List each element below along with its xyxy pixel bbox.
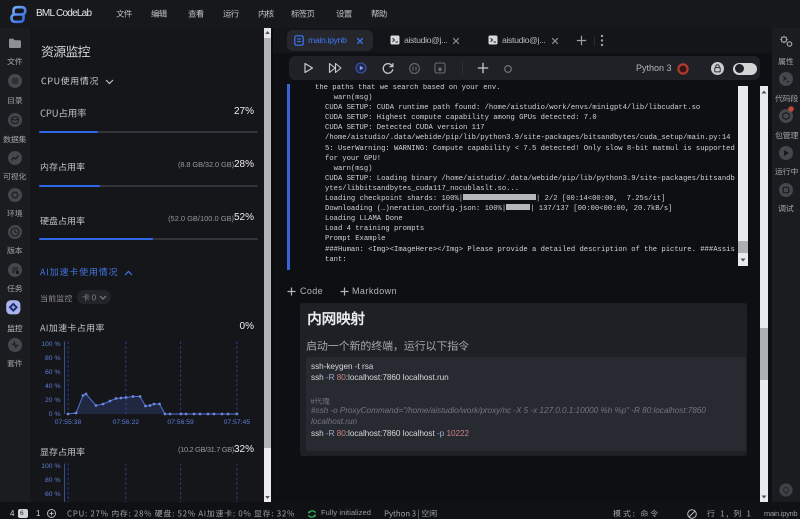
svg-text:100 %: 100 %: [41, 341, 60, 348]
svg-text:100 %: 100 %: [41, 463, 60, 470]
svg-text:07:55:38: 07:55:38: [55, 419, 82, 426]
svg-text:07:57:45: 07:57:45: [224, 419, 251, 426]
svg-text:0 %: 0 %: [49, 411, 61, 418]
svg-text:40 %: 40 %: [45, 383, 61, 390]
svg-text:80 %: 80 %: [45, 477, 61, 484]
svg-text:07:56:22: 07:56:22: [113, 419, 140, 426]
svg-text:Q: Q: [783, 486, 789, 495]
svg-text:20 %: 20 %: [45, 397, 61, 404]
svg-text:60 %: 60 %: [45, 491, 61, 498]
svg-text:80 %: 80 %: [45, 355, 61, 362]
svg-text:07:56:59: 07:56:59: [167, 419, 194, 426]
svg-text:60 %: 60 %: [45, 369, 61, 376]
